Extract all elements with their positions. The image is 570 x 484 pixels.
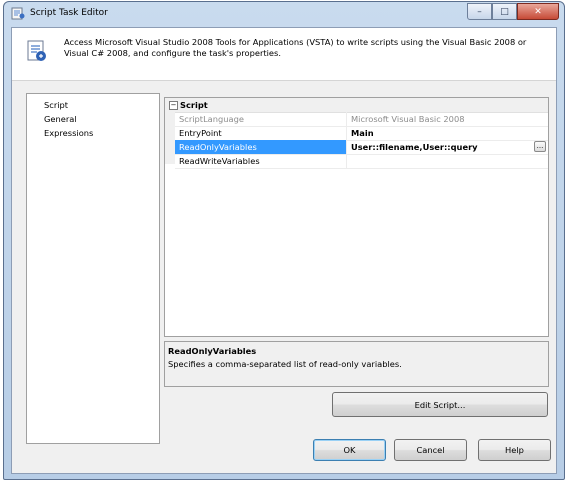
description-title: ReadOnlyVariables	[168, 346, 257, 356]
minimize-icon: –	[477, 6, 482, 17]
grid-margin	[165, 112, 175, 164]
help-button[interactable]: Help	[478, 439, 551, 461]
description-panel: ReadOnlyVariables Specifies a comma-sepa…	[164, 341, 549, 387]
script-header-icon	[24, 38, 50, 64]
property-name: ReadOnlyVariables	[175, 140, 347, 154]
property-name: EntryPoint	[175, 126, 347, 140]
title-bar[interactable]: Script Task Editor – □ ✕	[4, 2, 564, 26]
property-name: ScriptLanguage	[175, 112, 347, 126]
property-row-readonlyvariables[interactable]: ReadOnlyVariables User::filename,User::q…	[175, 140, 548, 155]
dialog-window: Script Task Editor – □ ✕ Access Microsof…	[3, 1, 565, 480]
header-description: Access Microsoft Visual Studio 2008 Tool…	[64, 37, 527, 58]
maximize-icon: □	[500, 6, 509, 17]
property-value: Microsoft Visual Basic 2008	[351, 114, 465, 124]
property-value[interactable]	[349, 154, 548, 168]
nav-item-script[interactable]: Script	[44, 100, 68, 110]
ok-button[interactable]: OK	[313, 439, 386, 461]
property-value[interactable]: User::filename,User::query	[349, 140, 548, 154]
property-row-readwritevariables[interactable]: ReadWriteVariables	[175, 154, 548, 169]
page-nav-list[interactable]: Script General Expressions	[26, 93, 160, 444]
minimize-button[interactable]: –	[467, 3, 492, 20]
description-text: Specifies a comma-separated list of read…	[168, 359, 402, 369]
header-panel: Access Microsoft Visual Studio 2008 Tool…	[12, 28, 556, 81]
property-row-entrypoint[interactable]: EntryPoint Main	[175, 126, 548, 141]
close-icon: ✕	[534, 6, 542, 17]
maximize-button[interactable]: □	[492, 3, 517, 20]
window-title: Script Task Editor	[30, 8, 108, 18]
property-name: ReadWriteVariables	[175, 154, 347, 168]
property-row-scriptlanguage[interactable]: ScriptLanguage Microsoft Visual Basic 20…	[175, 112, 548, 127]
category-row-script[interactable]: − Script	[165, 98, 548, 113]
nav-item-expressions[interactable]: Expressions	[44, 128, 93, 138]
dialog-body: Access Microsoft Visual Studio 2008 Tool…	[11, 27, 557, 474]
cancel-button[interactable]: Cancel	[394, 439, 467, 461]
property-grid[interactable]: − Script ScriptLanguage Microsoft Visual…	[164, 97, 549, 337]
edit-script-button[interactable]: Edit Script...	[332, 392, 548, 417]
nav-item-general[interactable]: General	[44, 114, 77, 124]
collapse-icon[interactable]: −	[169, 101, 178, 110]
ellipsis-button[interactable]: ...	[534, 141, 546, 152]
category-label: Script	[180, 100, 208, 110]
script-task-icon	[11, 7, 25, 20]
property-value[interactable]: Main	[349, 126, 548, 140]
close-button[interactable]: ✕	[517, 3, 559, 20]
